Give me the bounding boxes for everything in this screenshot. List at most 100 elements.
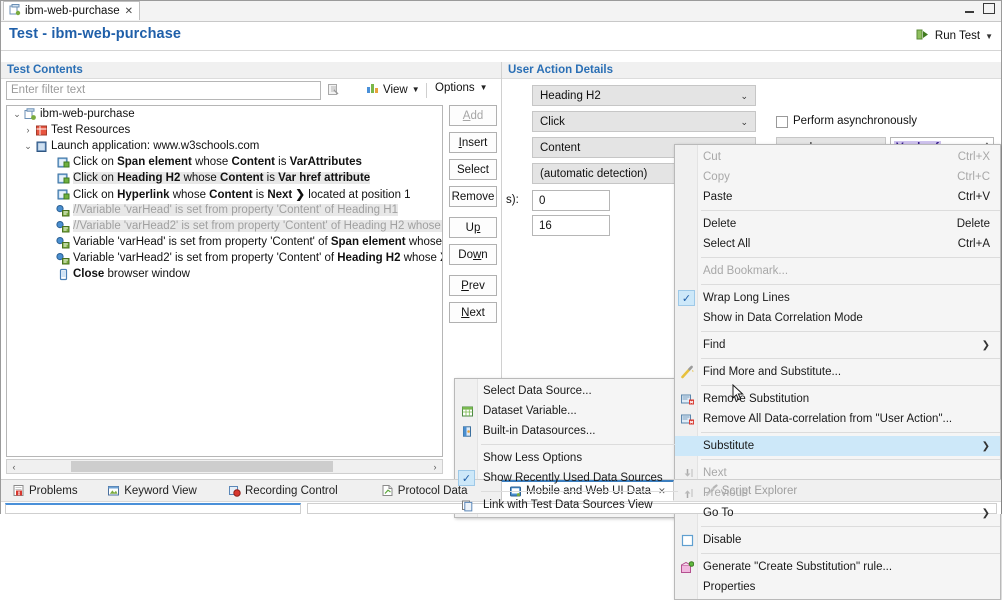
scroll-right-icon[interactable]: › (428, 462, 442, 472)
submenu-item-show-less-options[interactable]: Show Less Options (455, 448, 678, 468)
substitute-submenu[interactable]: Select Data Source...Dataset Variable...… (454, 378, 679, 518)
menu-separator (701, 459, 1000, 460)
submenu-item-select-data-source[interactable]: Select Data Source... (455, 381, 678, 401)
chevron-down-icon[interactable]: ⌄ (11, 109, 23, 120)
minimize-icon[interactable] (965, 4, 974, 13)
menu-item-delete[interactable]: DeleteDelete (675, 214, 1000, 234)
remove-button[interactable]: Remove (449, 186, 497, 207)
menu-item-previous: Previous (675, 483, 1000, 503)
menu-item-substitute[interactable]: Substitute❯ (675, 436, 1000, 456)
chevron-down-icon[interactable]: ▼ (480, 84, 488, 92)
close-icon[interactable]: ✕ (125, 6, 133, 17)
options-menu-button[interactable]: Options ▼ (435, 82, 488, 94)
clear-filter-icon[interactable] (327, 83, 340, 99)
menu-item-label: Properties (703, 581, 755, 593)
menu-separator (701, 358, 1000, 359)
search-input[interactable]: Enter filter text (6, 81, 321, 100)
up-button[interactable]: Up (449, 217, 497, 238)
run-test-label: Run Test (935, 30, 980, 42)
bottom-tab-keyword-view[interactable]: Keyword View (100, 480, 204, 501)
bottom-tab-problems[interactable]: Problems (5, 480, 85, 501)
next-arrow-icon (679, 466, 695, 480)
menu-item-label: Delete (703, 218, 736, 230)
bottom-tab-recording-control[interactable]: Recording Control (221, 480, 345, 501)
tree-item[interactable]: ⌄ ibm-web-purchase (7, 106, 442, 122)
menu-item-label: Generate "Create Substitution" rule... (703, 561, 892, 573)
editor-tab-ibm-web-purchase[interactable]: ibm-web-purchase ✕ (3, 1, 140, 20)
test-resources-icon (34, 124, 48, 137)
scroll-left-icon[interactable]: ‹ (7, 462, 21, 472)
chevron-down-icon[interactable]: ⌄ (740, 117, 748, 128)
view-menu-button[interactable]: View ▼ (366, 82, 420, 97)
tree-item[interactable]: ⌄Launch application: www.w3schools.com (7, 138, 442, 154)
insert-button[interactable]: Insert (449, 132, 497, 153)
element-type-value: Heading H2 (540, 90, 601, 102)
button-label: Remove (452, 191, 495, 203)
menu-item-shortcut: Ctrl+X (958, 151, 990, 163)
chevron-down-icon[interactable]: ⌄ (740, 91, 748, 102)
editor-tab-strip: ibm-web-purchase ✕ (1, 1, 1001, 22)
tree-item[interactable]: ›Test Resources (7, 122, 442, 138)
tree-item[interactable]: Click on Hyperlink whose Content is Next… (7, 186, 442, 202)
numeric-field-2[interactable]: 16 (532, 215, 610, 236)
menu-item-find-more-and-substitute[interactable]: Find More and Substitute... (675, 362, 1000, 382)
prev-arrow-icon (679, 486, 695, 500)
filter-toolbar: Enter filter text View ▼ Options ▼ (1, 79, 501, 103)
tree-item[interactable]: Variable 'varHead' is set from property … (7, 234, 442, 250)
tree-horizontal-scrollbar[interactable]: ‹ › (6, 459, 443, 474)
scrollbar-track[interactable] (21, 460, 428, 473)
submenu-item-built-in-datasources[interactable]: Built-in Datasources... (455, 421, 678, 441)
down-button[interactable]: Down (449, 244, 497, 265)
chevron-down-icon[interactable]: ▼ (985, 32, 993, 41)
property-value: Content (540, 142, 580, 154)
editor-tab-label: ibm-web-purchase (25, 5, 120, 17)
menu-item-disable[interactable]: Disable (675, 530, 1000, 550)
tree-item-label: Click on Heading H2 whose Content is Var… (73, 172, 370, 184)
tree-item[interactable]: Close browser window (7, 266, 442, 282)
menu-item-shortcut: Ctrl+A (958, 238, 990, 250)
test-contents-tree[interactable]: ⌄ ibm-web-purchase ›Test Resources⌄Launch … (6, 105, 443, 457)
run-test-button[interactable]: Run Test ▼ (916, 28, 993, 44)
action-combo[interactable]: Click ⌄ (532, 111, 756, 132)
menu-item-label: Link with Test Data Sources View (483, 499, 653, 511)
menu-item-remove-all-data-correlation-from-user-action[interactable]: Remove All Data-correlation from "User A… (675, 409, 1000, 429)
chevron-right-icon[interactable]: › (22, 125, 34, 135)
next-button[interactable]: Next (449, 302, 497, 323)
prev-button[interactable]: Prev (449, 275, 497, 296)
perform-asynchronously-checkbox[interactable] (776, 116, 788, 128)
submenu-item-dataset-variable[interactable]: Dataset Variable... (455, 401, 678, 421)
menu-item-label: Previous (703, 487, 748, 499)
button-label: Select (457, 164, 489, 176)
user-action-details-header: User Action Details (502, 62, 1001, 79)
menu-item-label: Built-in Datasources... (483, 425, 596, 437)
button-label: Insert (459, 137, 488, 149)
scrollbar-thumb[interactable] (71, 461, 333, 472)
tree-item[interactable]: Click on Span element whose Content is V… (7, 154, 442, 170)
menu-item-select-all[interactable]: Select AllCtrl+A (675, 234, 1000, 254)
tree-item[interactable]: //Variable 'varHead' is set from propert… (7, 202, 442, 218)
tree-item[interactable]: Click on Heading H2 whose Content is Var… (7, 170, 442, 186)
chevron-down-icon[interactable]: ▼ (412, 86, 420, 94)
test-contents-header: Test Contents (1, 62, 501, 79)
chevron-down-icon[interactable]: ⌄ (22, 141, 34, 152)
tree-item[interactable]: Variable 'varHead2' is set from property… (7, 250, 442, 266)
tree-item-label: ibm-web-purchase (40, 108, 135, 120)
context-menu[interactable]: CutCtrl+XCopyCtrl+CPasteCtrl+VDeleteDele… (674, 144, 1001, 600)
element-type-combo[interactable]: Heading H2 ⌄ (532, 85, 756, 106)
menu-item-show-in-data-correlation-mode[interactable]: Show in Data Correlation Mode (675, 308, 1000, 328)
tree-item[interactable]: //Variable 'varHead2' is set from proper… (7, 218, 442, 234)
menu-item-find[interactable]: Find❯ (675, 335, 1000, 355)
numeric-field-1[interactable]: 0 (532, 190, 610, 211)
submenu-item-show-recently-used-data-sources[interactable]: ✓Show Recently Used Data Sources (455, 468, 678, 488)
maximize-icon[interactable] (983, 3, 995, 14)
menu-item-wrap-long-lines[interactable]: ✓Wrap Long Lines (675, 288, 1000, 308)
menu-item-generate-create-substitution-rule[interactable]: Generate "Create Substitution" rule... (675, 557, 1000, 577)
submenu-item-link-with-test-data-sources-view[interactable]: Link with Test Data Sources View (455, 495, 678, 515)
menu-item-paste[interactable]: PasteCtrl+V (675, 187, 1000, 207)
menu-item-remove-substitution[interactable]: Remove Substitution (675, 389, 1000, 409)
menu-separator (701, 257, 1000, 258)
variable-icon (56, 236, 70, 249)
select-button[interactable]: Select (449, 159, 497, 180)
menu-item-go-to[interactable]: Go To❯ (675, 503, 1000, 523)
menu-item-properties[interactable]: Properties (675, 577, 1000, 597)
